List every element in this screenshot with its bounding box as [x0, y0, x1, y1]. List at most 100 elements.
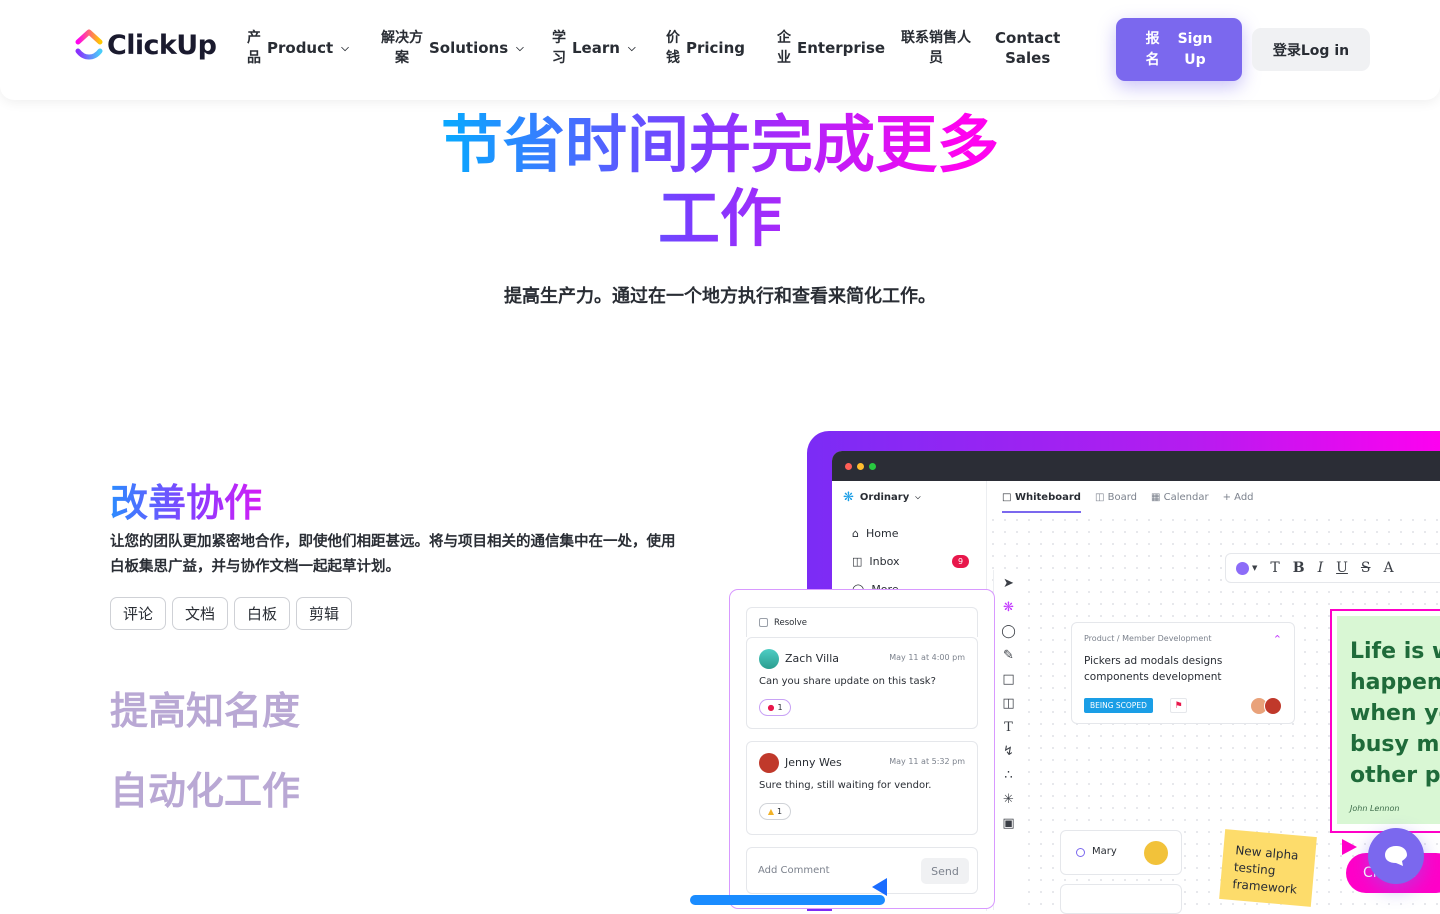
- nav-enterprise-cn: 企 业: [777, 30, 791, 66]
- feature-title-collaboration[interactable]: 改善协作: [110, 472, 262, 527]
- sidebar-item-home[interactable]: ⌂ Home: [852, 527, 898, 540]
- chip-docs[interactable]: 文档: [172, 597, 229, 630]
- close-dot-icon: [845, 462, 852, 470]
- workspace-name: Ordinary: [859, 492, 910, 503]
- magic-icon[interactable]: ✳: [1003, 792, 1014, 807]
- chevron-down-icon: ⌵: [627, 42, 636, 54]
- chip-comments[interactable]: 评论: [110, 597, 167, 630]
- nav-product[interactable]: 产 品 Product ⌵: [247, 28, 349, 68]
- yellow-sticky-note[interactable]: New alpha testing framework: [1219, 829, 1317, 907]
- sticky-note-icon[interactable]: ◫: [1002, 696, 1014, 711]
- sidebar-item-inbox[interactable]: ◫ Inbox: [852, 555, 900, 568]
- comments-panel: Resolve Zach Villa May 11 at 4:00 pm Can…: [729, 589, 995, 909]
- cursor-icon[interactable]: ➤: [1003, 576, 1014, 591]
- comment-time: May 11 at 5:32 pm: [889, 757, 965, 766]
- thumbs-up-icon: ▲: [767, 807, 775, 816]
- underline-button[interactable]: U: [1336, 560, 1348, 576]
- nav-pricing-cn: 价 钱: [666, 30, 680, 66]
- text-size-button[interactable]: T: [1270, 560, 1279, 576]
- nav-learn[interactable]: 学 习 Learn ⌵: [552, 28, 636, 68]
- quote-text: Life is wh happens when yo busy ma other…: [1350, 636, 1440, 791]
- resolve-row[interactable]: Resolve: [746, 607, 978, 637]
- add-comment-field[interactable]: Add Comment Send: [746, 847, 978, 894]
- tab-calendar[interactable]: ▦ Calendar: [1151, 492, 1209, 503]
- workspace-switcher[interactable]: ❋ Ordinary ⌵: [843, 490, 921, 505]
- quote-author: John Lennon: [1350, 804, 1400, 813]
- comment-item: Zach Villa May 11 at 4:00 pm Can you sha…: [746, 637, 978, 729]
- format-toolbar: ▼ T B I U S A: [1225, 553, 1440, 583]
- quote-line: other pla: [1350, 763, 1440, 788]
- color-picker[interactable]: ▼: [1236, 561, 1258, 575]
- nav-enterprise-en: Enterprise: [797, 39, 886, 57]
- feature-title-automation[interactable]: 自动化工作: [110, 760, 300, 815]
- user-name: Mary: [1092, 846, 1117, 857]
- tab-add[interactable]: + Add: [1223, 492, 1254, 503]
- chat-launcher-button[interactable]: [1368, 828, 1424, 884]
- task-title: Pickers ad modals designs components dev…: [1084, 655, 1223, 683]
- reaction-chip[interactable]: ▲ 1: [759, 803, 791, 820]
- status-circle-icon: [1076, 848, 1085, 857]
- clickup-logo[interactable]: ClickUp: [75, 28, 217, 62]
- car-emoji-icon: ●: [767, 703, 775, 712]
- board-icon: ◫: [1094, 492, 1105, 503]
- chip-clips[interactable]: 剪辑: [296, 597, 353, 630]
- italic-button[interactable]: I: [1318, 560, 1324, 576]
- resolve-label: Resolve: [774, 617, 808, 628]
- task-status-badge[interactable]: BEING SCOPED: [1084, 698, 1153, 713]
- text-icon[interactable]: T: [1004, 720, 1013, 735]
- nav-solutions[interactable]: 解决方 案 Solutions ⌵: [381, 28, 524, 68]
- tab-board[interactable]: ◫ Board: [1095, 492, 1137, 503]
- square-icon[interactable]: □: [1002, 672, 1014, 687]
- task-breadcrumb: Product / Member Development: [1084, 634, 1212, 643]
- signup-cn: 报 名: [1145, 30, 1160, 68]
- feature-title-visibility[interactable]: 提高知名度: [110, 680, 300, 735]
- connector-icon[interactable]: ↯: [1003, 744, 1014, 759]
- reaction-chip[interactable]: ● 1: [759, 699, 791, 716]
- signup-en: Sign Up: [1177, 30, 1213, 68]
- nav-learn-cn: 学 习: [552, 30, 566, 66]
- avatar: [1144, 841, 1168, 865]
- tab-label: Whiteboard: [1014, 492, 1081, 503]
- chip-whiteboard[interactable]: 白板: [234, 597, 291, 630]
- top-navbar: ClickUp 产 品 Product ⌵ 解决方 案 Solutions ⌵ …: [0, 0, 1440, 100]
- clickup-logo-icon: [75, 29, 103, 60]
- checkbox-icon[interactable]: [759, 618, 768, 627]
- user-card-mary[interactable]: Mary: [1060, 830, 1182, 875]
- mindmap-icon[interactable]: ∴: [1004, 768, 1012, 783]
- nav-pricing[interactable]: 价 钱 Pricing: [666, 28, 745, 68]
- send-button[interactable]: Send: [921, 858, 969, 884]
- whiteboard-icon: □: [1002, 492, 1012, 503]
- chevron-down-icon: ▼: [1252, 564, 1258, 572]
- quote-sticky-selected[interactable]: Life is wh happens when yo busy ma other…: [1330, 609, 1440, 833]
- view-tabs: □ Whiteboard ◫ Board ▦ Calendar + Add: [1002, 481, 1254, 514]
- user-card[interactable]: [1060, 884, 1182, 914]
- globe-icon[interactable]: ◯: [1001, 624, 1016, 639]
- sidebar-item-label: Inbox: [869, 555, 900, 568]
- tab-label: Board: [1107, 492, 1137, 503]
- strikethrough-button[interactable]: S: [1361, 560, 1371, 576]
- quote-line: busy ma: [1350, 732, 1440, 757]
- comment-body: Sure thing, still waiting for vendor.: [759, 780, 932, 791]
- image-icon[interactable]: ▣: [1002, 816, 1014, 831]
- priority-flag-icon[interactable]: ⚑: [1170, 698, 1187, 713]
- avatar: [1264, 697, 1282, 715]
- nav-contact-sales[interactable]: 联系销售人 员 Contact Sales: [901, 28, 1060, 68]
- nav-contact-cn: 联系销售人 员: [901, 30, 971, 66]
- quote-line: when yo: [1350, 701, 1440, 726]
- quote-line: Life is wh: [1350, 639, 1440, 664]
- task-card[interactable]: Product / Member Development ⌃ Pickers a…: [1071, 622, 1295, 724]
- cursor-arrow-icon: [1342, 839, 1357, 855]
- tab-whiteboard[interactable]: □ Whiteboard: [1002, 492, 1081, 513]
- font-color-button[interactable]: A: [1384, 560, 1394, 576]
- comment-author: Zach Villa: [785, 652, 839, 665]
- ai-logo-icon[interactable]: ❋: [1003, 600, 1014, 615]
- blue-highlight-bar: [690, 895, 885, 905]
- home-icon: ⌂: [852, 527, 859, 540]
- bold-button[interactable]: B: [1293, 560, 1305, 576]
- nav-contact-en: Contact Sales: [995, 29, 1061, 67]
- minimize-dot-icon: [857, 462, 864, 470]
- nav-enterprise[interactable]: 企 业 Enterprise: [777, 28, 885, 68]
- pen-icon[interactable]: ✎: [1003, 648, 1014, 663]
- signup-button[interactable]: 报 名 Sign Up: [1116, 18, 1242, 81]
- login-button[interactable]: 登录Log in: [1252, 28, 1370, 71]
